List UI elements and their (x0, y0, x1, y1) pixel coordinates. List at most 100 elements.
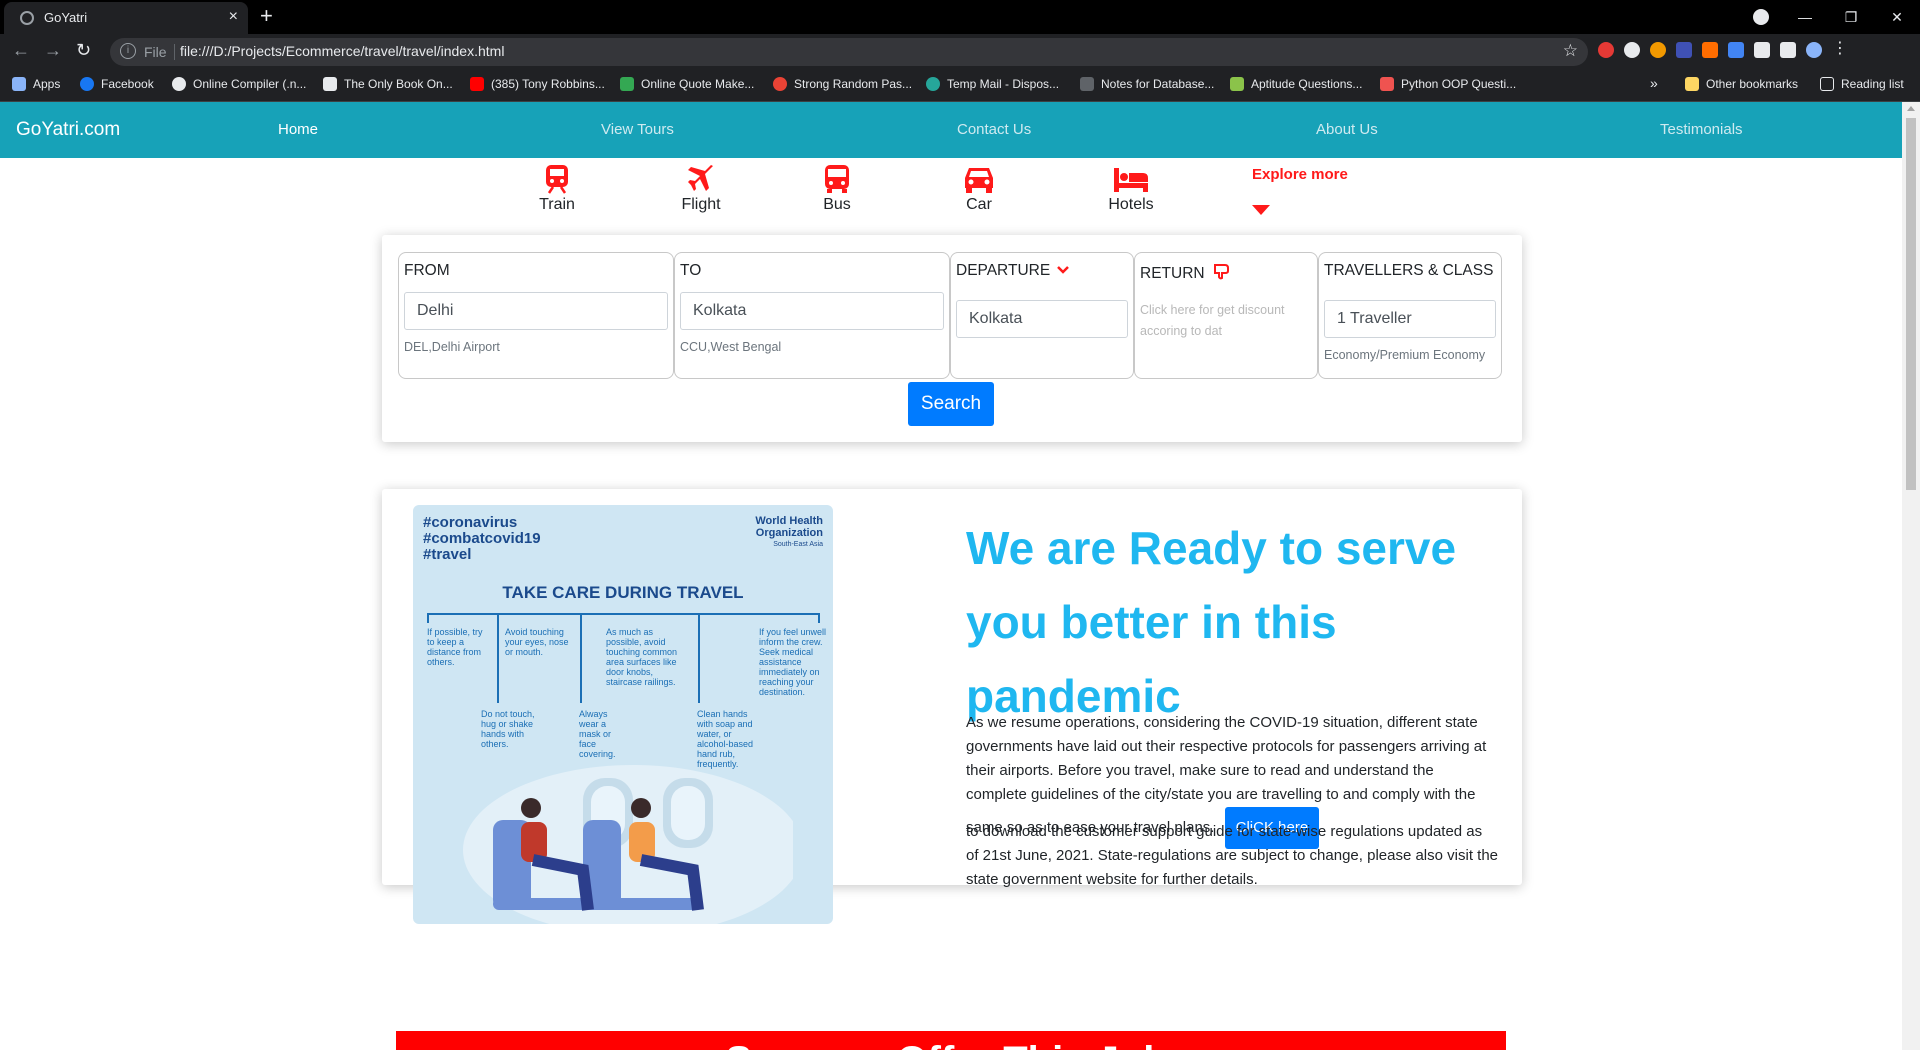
url-text[interactable]: file:///D:/Projects/Ecommerce/travel/tra… (180, 43, 504, 59)
poster-title: TAKE CARE DURING TRAVEL (502, 583, 744, 602)
youtube-icon (470, 77, 484, 91)
poster-timeline (427, 613, 819, 615)
menu-kebab-icon[interactable]: ⋮ (1832, 41, 1848, 58)
who-name-line: World Health (755, 515, 823, 527)
bookmark-label: Strong Random Pas... (794, 77, 913, 91)
bookmark-quote-maker[interactable]: Online Quote Make... (620, 77, 754, 91)
bookmark-temp-mail[interactable]: Temp Mail - Dispos... (926, 77, 1059, 91)
bookmark-online-compiler[interactable]: Online Compiler (.n... (172, 77, 306, 91)
departure-field[interactable]: DEPARTURE Kolkata (950, 252, 1134, 379)
bookmark-label: Notes for Database... (1101, 77, 1215, 91)
bookmarks-bar: Apps Facebook Online Compiler (.n... The… (0, 70, 1920, 102)
to-input[interactable]: Kolkata (680, 292, 944, 330)
mode-hotels[interactable]: Hotels (1091, 164, 1171, 214)
bookmark-label: Apps (33, 77, 61, 91)
from-field[interactable]: FROM Delhi DEL,Delhi Airport (398, 252, 674, 379)
back-arrow-icon[interactable]: ← (12, 40, 30, 61)
quote-icon (620, 77, 634, 91)
extension-u-icon[interactable] (1676, 42, 1692, 58)
tab-close-icon[interactable]: × (229, 8, 238, 26)
bookmark-apps[interactable]: Apps (12, 77, 60, 91)
bookmark-label: The Only Book On... (344, 77, 453, 91)
bookmark-aptitude[interactable]: Aptitude Questions... (1230, 77, 1362, 91)
info-icon[interactable]: i (120, 43, 136, 59)
cookie-icon[interactable] (1650, 42, 1666, 58)
maximize-icon[interactable]: ❐ (1828, 9, 1874, 26)
explore-more-link[interactable]: Explore more (1252, 166, 1348, 183)
book-icon (323, 77, 337, 91)
omnibox-scheme: File (144, 44, 167, 60)
nav-testimonials[interactable]: Testimonials (1660, 121, 1743, 138)
page-scrollbar[interactable] (1902, 102, 1920, 1050)
bookmark-star-icon[interactable]: ☆ (1563, 41, 1578, 61)
forward-arrow-icon[interactable]: → (44, 40, 62, 61)
poster-hashtags: #coronavirus #combatcovid19 #travel (423, 515, 541, 563)
return-field[interactable]: RETURN Click here for get discount accor… (1134, 252, 1318, 379)
travellers-input[interactable]: 1 Traveller (1324, 300, 1496, 338)
pointing-hand-icon[interactable] (1212, 262, 1230, 280)
browser-tab[interactable]: GoYatri × (4, 2, 248, 34)
compiler-icon (172, 77, 186, 91)
mode-bus[interactable]: Bus (797, 164, 877, 214)
return-discount-note[interactable]: Click here for get discount accoring to … (1140, 300, 1310, 342)
site-brand[interactable]: GoYatri.com (16, 119, 120, 141)
nav-contact-us[interactable]: Contact Us (957, 121, 1031, 138)
translate-icon[interactable] (1728, 42, 1744, 58)
settings-gear-icon[interactable] (1624, 42, 1640, 58)
mode-train[interactable]: Train (517, 164, 597, 214)
bookmarks-overflow-chevron-icon[interactable]: » (1650, 75, 1658, 91)
notes-icon (1080, 77, 1094, 91)
close-window-icon[interactable]: ✕ (1874, 9, 1920, 26)
facebook-icon (80, 77, 94, 91)
new-tab-button[interactable]: + (260, 3, 273, 29)
from-hint: DEL,Delhi Airport (404, 340, 500, 354)
extensions-area: ⋮ (1598, 41, 1848, 58)
search-card: FROM Delhi DEL,Delhi Airport TO Kolkata … (382, 235, 1522, 442)
who-logo: World Health Organization South-East Asi… (755, 515, 823, 551)
browser-toolbar: ← → ↻ i File file:///D:/Projects/Ecommer… (0, 34, 1920, 70)
mode-car[interactable]: Car (939, 164, 1019, 214)
poster-tip: Do not touch, hug or shake hands with ot… (481, 709, 535, 749)
puzzle-icon[interactable] (1754, 42, 1770, 58)
to-field[interactable]: TO Kolkata CCU,West Bengal (674, 252, 950, 379)
search-button[interactable]: Search (908, 382, 994, 426)
caret-down-icon[interactable] (1252, 205, 1270, 215)
chevron-down-icon[interactable] (1057, 265, 1070, 275)
mode-flight[interactable]: Flight (661, 164, 741, 214)
poster-tip: If possible, try to keep a distance from… (427, 627, 483, 667)
nav-about-us[interactable]: About Us (1316, 121, 1378, 138)
profile-avatar-icon[interactable] (1806, 42, 1822, 58)
poster-tip: Avoid touching your eyes, nose or mouth. (505, 627, 569, 657)
folder-icon (1685, 77, 1699, 91)
nav-home[interactable]: Home (278, 121, 318, 138)
tab-search-icon[interactable] (1753, 9, 1769, 25)
departure-input[interactable]: Kolkata (956, 300, 1128, 338)
minimize-icon[interactable]: — (1782, 9, 1828, 25)
who-name-line: Organization (755, 527, 823, 539)
aptitude-icon (1230, 77, 1244, 91)
bookmark-facebook[interactable]: Facebook (80, 77, 154, 91)
pandemic-headline: We are Ready to serve you better in this… (966, 522, 1457, 722)
bookmark-only-book[interactable]: The Only Book On... (323, 77, 453, 91)
travellers-field[interactable]: TRAVELLERS & CLASS 1 Traveller Economy/P… (1318, 252, 1502, 379)
reading-list-button[interactable]: Reading list (1820, 77, 1904, 91)
scrollbar-thumb[interactable] (1906, 118, 1916, 490)
offer-banner[interactable]: Summer Offer This July (396, 1031, 1506, 1050)
bookmark-python-oop[interactable]: Python OOP Questi... (1380, 77, 1516, 91)
from-input[interactable]: Delhi (404, 292, 668, 330)
mode-label: Flight (681, 196, 721, 213)
bookmark-random-password[interactable]: Strong Random Pas... (773, 77, 912, 91)
nav-view-tours[interactable]: View Tours (601, 121, 674, 138)
address-bar[interactable]: i File file:///D:/Projects/Ecommerce/tra… (110, 38, 1588, 66)
return-label: RETURN (1140, 262, 1230, 283)
extension-t-icon[interactable] (1702, 42, 1718, 58)
bookmark-tony-robbins[interactable]: (385) Tony Robbins... (470, 77, 605, 91)
poster-tip: As much as possible, avoid touching comm… (606, 627, 678, 687)
bookmark-other-bookmarks[interactable]: Other bookmarks (1685, 77, 1798, 91)
reload-icon[interactable]: ↻ (76, 40, 91, 61)
bus-icon (825, 165, 849, 193)
scroll-up-arrow-icon[interactable] (1907, 106, 1915, 111)
adblock-icon[interactable] (1598, 42, 1614, 58)
bookmark-database-notes[interactable]: Notes for Database... (1080, 77, 1214, 91)
playlist-icon[interactable] (1780, 42, 1796, 58)
